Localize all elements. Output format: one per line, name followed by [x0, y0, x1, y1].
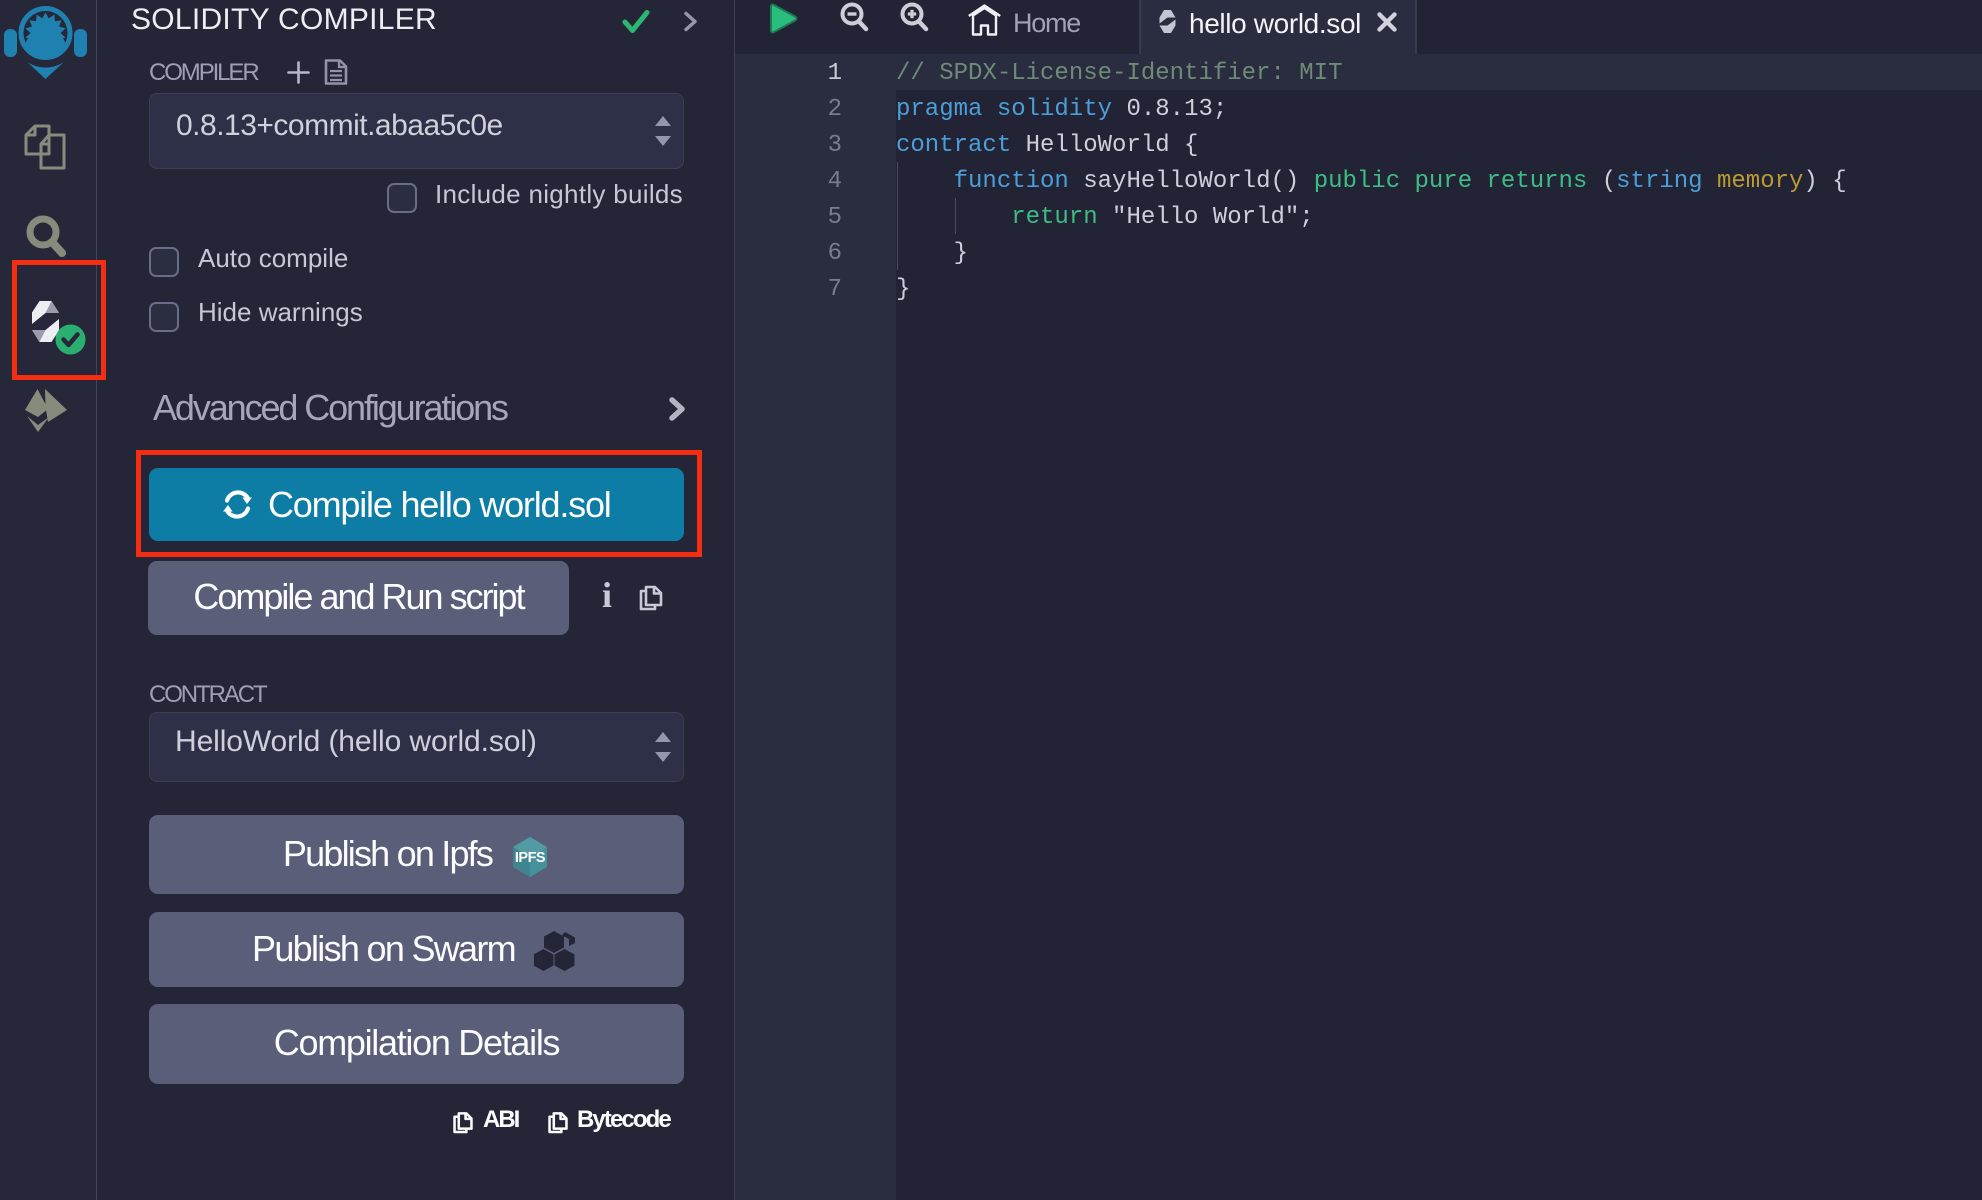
svg-text:IPFS: IPFS — [515, 850, 546, 866]
